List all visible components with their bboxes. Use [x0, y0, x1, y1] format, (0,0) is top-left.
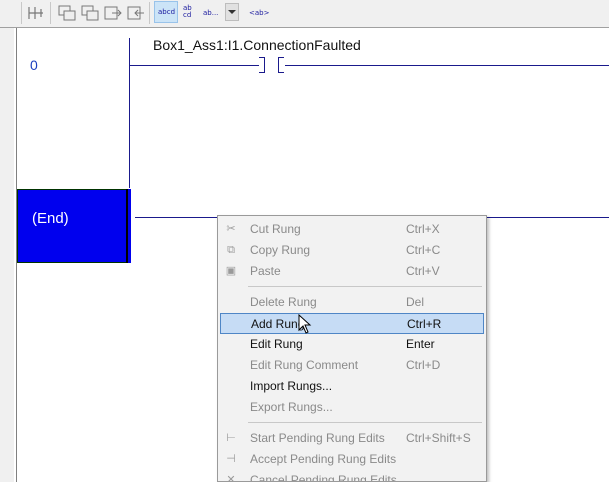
power-rail [129, 38, 130, 188]
toolbar-separator [21, 2, 22, 24]
menu-item-copy-rung[interactable]: ⧉ Copy Rung Ctrl+C [220, 240, 484, 261]
menu-item-edit-rung-comment[interactable]: Edit Rung Comment Ctrl+D [220, 355, 484, 376]
branch-icon[interactable] [27, 3, 47, 23]
toolbar-separator [50, 2, 51, 24]
goto-icon[interactable] [103, 3, 123, 23]
menu-item-start-pending-edits[interactable]: ⊢ Start Pending Rung Edits Ctrl+Shift+S [220, 428, 484, 449]
menu-separator [248, 286, 482, 287]
start-edits-icon: ⊢ [226, 432, 236, 444]
ladder-toolbar: abcd ab cd ab... <ab> [0, 0, 609, 28]
accept-edits-icon: ⊣ [226, 453, 236, 465]
scissors-icon: ✂ [226, 223, 236, 235]
rung-up-icon[interactable] [57, 3, 77, 23]
menu-item-export-rungs[interactable]: Export Rungs... [220, 397, 484, 418]
end-rung-label: (End) [32, 210, 69, 227]
rung-line [129, 65, 259, 66]
menu-item-cancel-pending-edits[interactable]: ✕ Cancel Pending Rung Edits [220, 470, 484, 482]
rung-context-menu: ✂ Cut Rung Ctrl+X ⧉ Copy Rung Ctrl+C ▣ P… [217, 215, 487, 482]
copy-icon: ⧉ [227, 244, 235, 256]
menu-item-edit-rung[interactable]: Edit Rung Enter [220, 334, 484, 355]
chevron-down-icon [228, 10, 236, 14]
end-rung-edge-fill [128, 189, 131, 263]
menu-item-delete-rung[interactable]: Delete Rung Del [220, 292, 484, 313]
contact-tag-label[interactable]: Box1_Ass1:I1.ConnectionFaulted [153, 37, 361, 53]
rung-down-icon[interactable] [80, 3, 100, 23]
rung-number[interactable]: 0 [30, 57, 38, 73]
goto-back-icon[interactable] [126, 3, 146, 23]
menu-item-paste[interactable]: ▣ Paste Ctrl+V [220, 261, 484, 282]
menu-item-add-rung[interactable]: Add Rung Ctrl+R [220, 313, 484, 334]
left-margin [0, 28, 14, 482]
view-dropdown-button[interactable] [225, 3, 239, 21]
contact-right-bracket[interactable] [278, 57, 284, 73]
menu-separator [248, 422, 482, 423]
ab-tag-view-button[interactable]: <ab> [249, 9, 269, 17]
menu-item-accept-pending-edits[interactable]: ⊣ Accept Pending Rung Edits [220, 449, 484, 470]
ab-cd-view-button[interactable]: ab cd [183, 5, 193, 19]
ab-ellipsis-view-button[interactable]: ab... [203, 9, 218, 17]
contact-left-bracket[interactable] [259, 57, 265, 73]
cancel-edits-icon: ✕ [226, 474, 236, 482]
paste-icon: ▣ [225, 265, 237, 277]
menu-item-import-rungs[interactable]: Import Rungs... [220, 376, 484, 397]
abcd-view-button[interactable]: abcd [154, 1, 178, 23]
menu-item-cut-rung[interactable]: ✂ Cut Rung Ctrl+X [220, 219, 484, 240]
rung-line [285, 65, 609, 66]
mouse-pointer-icon [298, 314, 312, 334]
toolbar-separator [149, 2, 150, 24]
